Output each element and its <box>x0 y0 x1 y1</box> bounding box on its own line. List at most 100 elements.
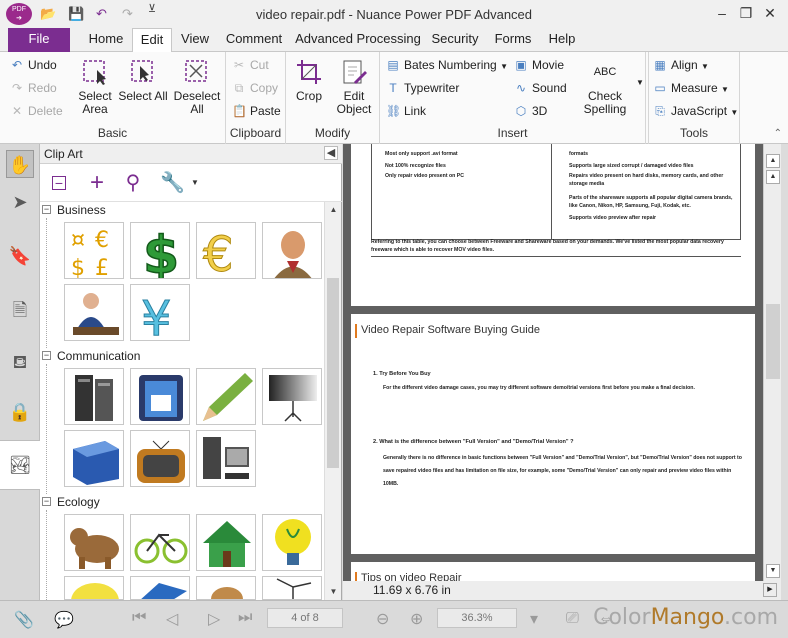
sound-button[interactable]: ∿ Sound <box>514 81 567 95</box>
close-button[interactable]: ✕ <box>760 4 780 22</box>
clipart-green-house[interactable] <box>196 514 256 571</box>
bookmarks-icon[interactable]: 🔖 <box>6 242 34 270</box>
pdf-page-4[interactable]: Video Repair Software Buying Guide 1. Tr… <box>351 314 755 554</box>
panel-scroll-thumb[interactable] <box>327 278 339 468</box>
clipart-desktop-computer[interactable] <box>196 430 256 487</box>
next-page-icon[interactable]: ▷ <box>208 609 220 629</box>
collapse-ecology-icon[interactable]: − <box>42 497 51 506</box>
clipart-wind-turbine[interactable] <box>262 576 322 600</box>
clipart-dollar-sign[interactable]: $ <box>130 222 190 279</box>
clipart-bicycle[interactable] <box>130 514 190 571</box>
insert-more-icon[interactable]: ▼ <box>636 78 644 87</box>
collapse-all-icon[interactable]: − <box>52 176 66 190</box>
scroll-up-icon[interactable]: ▲ <box>325 202 342 218</box>
collapse-ribbon-icon[interactable]: ⌃ <box>774 128 782 139</box>
zoom-field[interactable]: 36.3% <box>437 608 517 628</box>
link-button[interactable]: ⛓ Link <box>386 104 426 118</box>
tab-home[interactable]: Home <box>82 28 130 52</box>
select-all-button[interactable]: Select All <box>118 58 168 103</box>
clipart-currency-symbols[interactable]: ¤ € $ £ <box>64 222 124 279</box>
attachment-icon[interactable]: 📎 <box>14 610 34 630</box>
comments-icon[interactable]: 💬 <box>54 610 74 630</box>
tab-security[interactable]: Security <box>426 28 484 52</box>
clipart-blue-printer[interactable] <box>64 430 124 487</box>
clipart-businessman-desk[interactable] <box>64 284 124 341</box>
zoom-in-icon[interactable]: ⊕ <box>410 609 423 629</box>
pdf-page-5[interactable]: Tips on video Repair <box>351 562 755 581</box>
security-lock-icon[interactable]: 🔒 <box>6 398 34 426</box>
clipart-server-rack[interactable] <box>64 368 124 425</box>
category-communication[interactable]: − Communication <box>40 348 325 364</box>
clipart-euro-sign[interactable]: € <box>196 222 256 279</box>
collapse-business-icon[interactable]: − <box>42 205 51 214</box>
search-icon[interactable]: ⚲ <box>122 172 144 194</box>
delete-button[interactable]: ✕ Delete <box>10 104 63 118</box>
settings-dropdown-icon[interactable]: ▼ <box>184 172 206 194</box>
tab-forms[interactable]: Forms <box>490 28 536 52</box>
pdf-page-3[interactable]: Most only support .avi format Not 100% r… <box>351 144 755 306</box>
clipart-projector-screen[interactable] <box>262 368 322 425</box>
first-page-icon[interactable]: ⏮ <box>132 609 146 627</box>
fit-page-icon[interactable]: ⎚ <box>566 610 579 628</box>
tab-advanced-processing[interactable]: Advanced Processing <box>294 28 422 52</box>
select-tool-icon[interactable]: ➤ <box>6 188 34 216</box>
clipart-calculator-phone[interactable] <box>130 368 190 425</box>
category-business[interactable]: − Business <box>40 202 325 218</box>
document-view[interactable]: Most only support .avi format Not 100% r… <box>343 144 763 581</box>
maximize-button[interactable]: ❐ <box>736 4 756 22</box>
zoom-dropdown-icon[interactable]: ▾ <box>530 609 538 629</box>
select-area-button[interactable]: Select Area <box>74 58 116 116</box>
collapse-panel-icon[interactable]: ◀ <box>324 146 338 160</box>
clipart-yen-sign[interactable]: ¥ <box>130 284 190 341</box>
3d-button[interactable]: ⬡ 3D <box>514 104 548 118</box>
stamp-icon[interactable]: ⛾ <box>6 348 34 376</box>
tab-help[interactable]: Help <box>542 28 582 52</box>
clipart-pencil[interactable] <box>196 368 256 425</box>
copy-button[interactable]: ⧉ Copy <box>232 81 278 96</box>
scroll-down-icon[interactable]: ▼ <box>766 564 780 578</box>
redo-button[interactable]: ↷ Redo <box>10 81 57 95</box>
page-up-icon[interactable]: ▲ <box>766 170 780 184</box>
settings-wrench-icon[interactable]: 🔧 <box>160 172 185 194</box>
edit-object-button[interactable]: Edit Object <box>332 58 376 116</box>
add-icon[interactable]: + <box>86 171 108 195</box>
tab-edit[interactable]: Edit <box>132 28 172 53</box>
tab-file[interactable]: File <box>8 28 70 52</box>
hand-tool-icon[interactable]: ✋ <box>6 150 34 178</box>
clipart-yellow-shape[interactable] <box>64 576 124 600</box>
clip-art-tab-icon[interactable]: 🏞 <box>0 440 40 490</box>
javascript-button[interactable]: ⎘ JavaScript ▼ <box>653 104 738 119</box>
zoom-out-icon[interactable]: ⊖ <box>376 609 389 629</box>
pages-icon[interactable]: 🗎 <box>6 296 34 324</box>
scroll-down-icon[interactable]: ▼ <box>325 584 342 600</box>
undo-button[interactable]: ↶ Undo <box>10 58 57 72</box>
cut-button[interactable]: ✂ Cut <box>232 58 269 72</box>
collapse-communication-icon[interactable]: − <box>42 351 51 360</box>
minimize-button[interactable]: – <box>712 4 732 22</box>
scroll-right-icon[interactable]: ▶ <box>763 583 777 597</box>
last-page-icon[interactable]: ⏭ <box>238 609 252 627</box>
clipart-light-bulb[interactable] <box>262 514 322 571</box>
measure-button[interactable]: ▭ Measure ▼ <box>653 81 729 95</box>
document-hscroll[interactable]: 11.69 x 6.76 in ▶ <box>343 581 781 600</box>
movie-button[interactable]: ▣ Movie <box>514 58 564 72</box>
tab-view[interactable]: View <box>174 28 216 52</box>
typewriter-button[interactable]: T Typewriter <box>386 81 459 95</box>
clipart-call-center-man[interactable] <box>262 222 322 279</box>
panel-scrollbar[interactable]: ▲ ▼ <box>324 202 341 600</box>
tab-comment[interactable]: Comment <box>220 28 288 52</box>
clipart-solar-panel[interactable] <box>130 576 190 600</box>
previous-page-icon[interactable]: ◁ <box>166 609 178 629</box>
category-ecology[interactable]: − Ecology <box>40 494 325 510</box>
paste-button[interactable]: 📋 Paste <box>232 104 281 118</box>
bates-numbering-button[interactable]: ▤ Bates Numbering ▼ <box>386 58 508 72</box>
document-scrollbar[interactable]: ▲ ▲ ▼ <box>763 144 781 581</box>
clipart-animal[interactable] <box>196 576 256 600</box>
check-spelling-button[interactable]: ABC Check Spelling <box>580 58 630 116</box>
crop-button[interactable]: Crop <box>292 58 326 103</box>
clipart-retro-television[interactable] <box>130 430 190 487</box>
page-number-field[interactable]: 4 of 8 <box>267 608 343 628</box>
align-button[interactable]: ▦ Align ▼ <box>653 58 709 72</box>
deselect-all-button[interactable]: Deselect All <box>172 58 222 116</box>
scroll-up-icon[interactable]: ▲ <box>766 154 780 168</box>
